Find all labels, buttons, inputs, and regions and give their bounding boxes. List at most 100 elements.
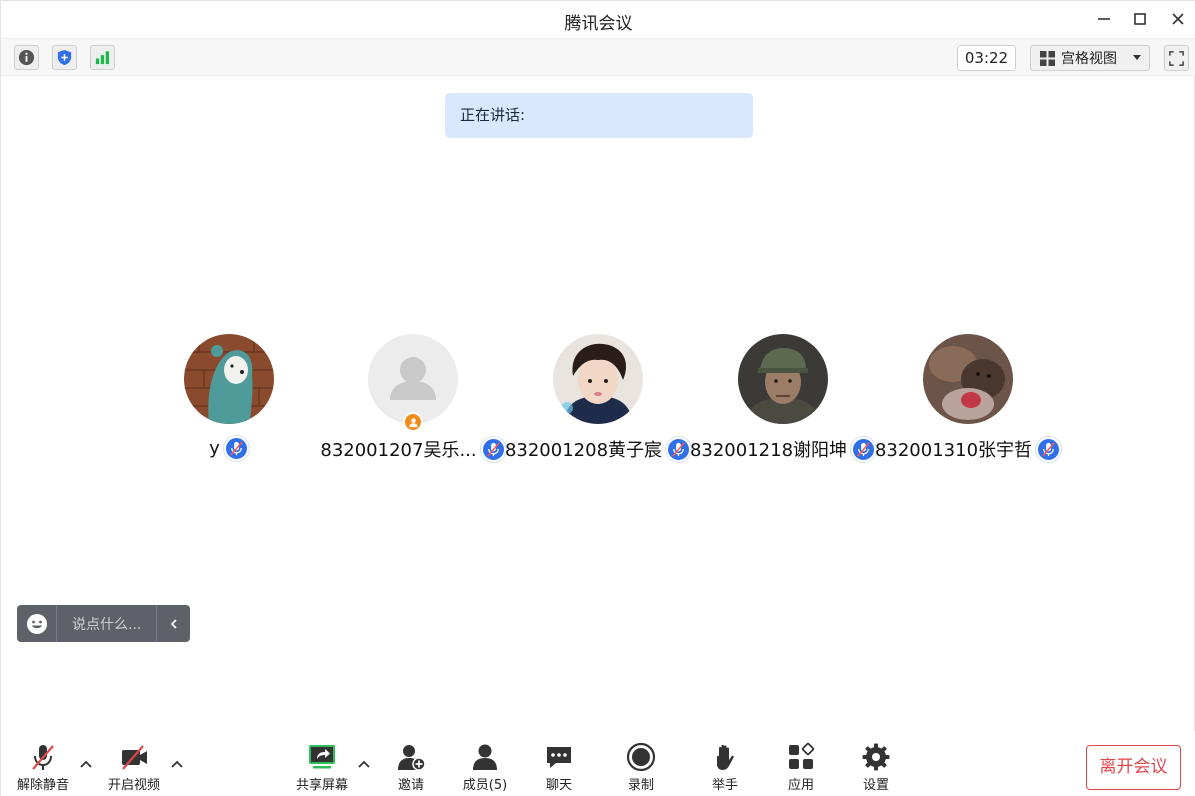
- mic-muted-icon: [1042, 441, 1055, 457]
- participant-name: 832001218谢阳坤: [689, 440, 848, 461]
- emoji-button[interactable]: [17, 605, 57, 642]
- members-label: 成员(5): [462, 778, 508, 793]
- participant-tile[interactable]: 832001207吴乐...: [318, 334, 508, 464]
- participant-name-row: 832001218谢阳坤: [688, 436, 878, 462]
- share-screen-icon: [309, 744, 335, 768]
- participant-name: 832001310张宇哲: [874, 440, 1033, 461]
- record-icon: [626, 742, 656, 771]
- participant-name-row: 832001208黄子宸: [503, 436, 693, 462]
- unmute-button[interactable]: 解除静音: [8, 741, 78, 793]
- mic-muted-icon: [486, 441, 500, 457]
- meeting-info-button[interactable]: [14, 45, 39, 70]
- apps-button[interactable]: 应用: [766, 741, 836, 793]
- control-bar: 解除静音 开启视频 共享屏幕 邀请 成员(5) 聊天 录制 举手 应用 设置 离…: [1, 731, 1195, 796]
- record-label: 录制: [627, 778, 654, 793]
- speaking-indicator: 正在讲话:: [445, 93, 753, 138]
- avatar: [184, 334, 274, 424]
- apps-label: 应用: [787, 778, 814, 793]
- record-button[interactable]: 录制: [606, 741, 676, 793]
- share-screen-label: 共享屏幕: [295, 778, 348, 793]
- window-title: 腾讯会议: [564, 14, 633, 34]
- participant-name: 832001208黄子宸: [504, 440, 663, 461]
- video-off-icon: [122, 744, 147, 770]
- network-status-button[interactable]: [90, 45, 115, 70]
- invite-button[interactable]: 邀请: [376, 741, 446, 793]
- settings-label: 设置: [862, 778, 889, 793]
- meeting-timer: 03:22: [957, 45, 1016, 71]
- avatar: [738, 334, 828, 424]
- meeting-window: 腾讯会议 03:22 宫格视图 正在讲话: y 832001207吴乐... 8…: [0, 0, 1195, 796]
- view-mode-select[interactable]: 宫格视图: [1030, 45, 1150, 71]
- settings-button[interactable]: 设置: [841, 741, 911, 793]
- participant-tile[interactable]: 832001208黄子宸: [503, 334, 693, 464]
- add-user-icon: [398, 744, 426, 771]
- gear-icon: [862, 743, 890, 770]
- mic-muted-badge: [480, 436, 506, 462]
- start-video-button[interactable]: 开启视频: [99, 741, 169, 793]
- close-button[interactable]: [1166, 7, 1190, 31]
- invite-label: 邀请: [397, 778, 424, 793]
- audio-options-chevron-up-icon[interactable]: [79, 759, 93, 769]
- mic-muted-icon: [857, 441, 870, 457]
- man-with-cap-photo-icon: [738, 334, 828, 424]
- participant-name: y: [209, 438, 220, 459]
- maximize-button[interactable]: [1128, 7, 1152, 31]
- title-bar: 腾讯会议: [1, 1, 1195, 38]
- animals-photo-icon: [923, 334, 1013, 424]
- info-icon: [18, 49, 35, 66]
- participant-name-row: y: [134, 436, 324, 461]
- host-badge: [403, 412, 423, 432]
- chat-bubble-icon: [547, 746, 571, 768]
- young-man-photo-icon: [553, 334, 643, 424]
- chat-input[interactable]: 说点什么...: [57, 614, 156, 634]
- fullscreen-icon: [1169, 50, 1184, 66]
- avatar: [923, 334, 1013, 424]
- minimize-icon: [1098, 18, 1110, 20]
- chat-button[interactable]: 聊天: [524, 741, 594, 793]
- default-person-icon: [368, 334, 458, 424]
- unmute-label: 解除静音: [16, 778, 69, 793]
- members-button[interactable]: 成员(5): [450, 741, 520, 793]
- shield-icon: [57, 49, 72, 66]
- participant-name-row: 832001310张宇哲: [873, 436, 1063, 462]
- collapse-chat-button[interactable]: [156, 605, 190, 642]
- view-mode-label: 宫格视图: [1061, 51, 1117, 67]
- grid-view-icon: [1040, 50, 1055, 66]
- hand-icon: [717, 744, 734, 770]
- share-screen-button[interactable]: 共享屏幕: [287, 741, 357, 793]
- participant-tile[interactable]: 832001218谢阳坤: [688, 334, 878, 464]
- smiley-icon: [26, 613, 47, 634]
- leave-meeting-button[interactable]: 离开会议: [1086, 745, 1181, 790]
- security-button[interactable]: [52, 45, 77, 70]
- mic-muted-icon: [672, 441, 685, 457]
- fullscreen-button[interactable]: [1164, 45, 1189, 71]
- mic-muted-badge: [1036, 436, 1062, 462]
- chat-label: 聊天: [545, 778, 572, 793]
- participant-tile[interactable]: y: [134, 334, 324, 464]
- chevron-left-icon: [170, 618, 177, 629]
- bear-avatar-icon: [184, 334, 274, 424]
- video-options-chevron-up-icon[interactable]: [170, 759, 184, 769]
- start-video-label: 开启视频: [107, 778, 160, 793]
- quick-chat-bar: 说点什么...: [17, 605, 190, 642]
- dropdown-caret-icon: [1133, 55, 1141, 60]
- maximize-icon: [1134, 13, 1146, 25]
- mic-muted-badge: [223, 436, 249, 461]
- avatar: [553, 334, 643, 424]
- participant-name-row: 832001207吴乐...: [318, 436, 508, 462]
- minimize-button[interactable]: [1092, 7, 1116, 31]
- mic-off-icon: [32, 744, 54, 770]
- meeting-toolbar: 03:22 宫格视图: [1, 38, 1195, 76]
- apps-icon: [789, 742, 815, 769]
- raise-hand-label: 举手: [711, 778, 738, 793]
- avatar: [368, 334, 458, 424]
- participant-name: 832001207吴乐...: [320, 440, 477, 461]
- mic-muted-icon: [230, 441, 243, 456]
- participant-tile[interactable]: 832001310张宇哲: [873, 334, 1063, 464]
- share-options-chevron-up-icon[interactable]: [357, 759, 371, 769]
- signal-icon: [95, 51, 110, 65]
- raise-hand-button[interactable]: 举手: [690, 741, 760, 793]
- members-icon: [473, 744, 497, 770]
- close-icon: [1172, 13, 1184, 25]
- host-icon: [408, 417, 418, 427]
